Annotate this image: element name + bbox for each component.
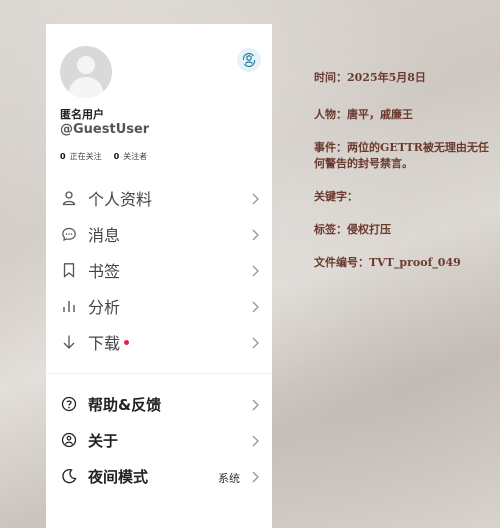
switch-account-icon [242,52,256,68]
moon-icon [60,467,78,485]
menu-item-analytics[interactable]: 分析 [46,288,272,324]
following-stat[interactable]: 0 正在关注 [60,151,102,162]
follow-stats: 0 正在关注 0 关注者 [60,151,147,162]
chevron-right-icon [250,227,260,246]
secondary-menu: 帮助&反馈 关于 夜间模式 系统 [46,386,272,494]
username: @GuestUser [60,122,150,137]
menu-item-label: 书签 [88,262,121,281]
chevron-right-icon [250,397,260,416]
avatar-body [69,77,103,98]
menu-item-help-feedback[interactable]: 帮助&反馈 [46,386,272,422]
followers-count: 0 [113,152,120,161]
info-keywords: 关键字： [314,190,358,203]
followers-label: 关注者 [123,152,148,161]
message-icon [60,225,78,243]
help-icon [60,395,78,413]
avatar-head [77,56,95,74]
bookmark-icon [60,261,78,279]
menu-item-messages[interactable]: 消息 [46,216,272,252]
chevron-right-icon [250,469,260,488]
info-doc-id: 文件编号：TVT_proof_049 [314,256,461,269]
night-mode-value: 系统 [218,472,240,485]
user-icon [60,189,78,207]
switch-account-button[interactable] [237,48,261,72]
menu-item-label: 关于 [88,431,119,450]
primary-menu: 个人资料 消息 书签 分析 下载 [46,180,272,360]
menu-item-downloads[interactable]: 下载 [46,324,272,360]
info-event: 事件：两位的GETTR被无理由无任何警告的封号禁言。 [314,141,489,170]
chevron-right-icon [250,335,260,354]
chevron-right-icon [250,263,260,282]
menu-item-label: 分析 [88,298,121,317]
avatar[interactable] [60,46,112,98]
about-icon [60,431,78,449]
info-time: 时间：2025年5月8日 [314,71,426,84]
chevron-right-icon [250,191,260,210]
info-people: 人物：唐平，戚廉王 [314,108,413,121]
menu-item-profile[interactable]: 个人资料 [46,180,272,216]
notification-dot [124,339,130,345]
menu-item-label: 下载 [88,334,121,353]
info-tags: 标签：侵权打压 [314,223,391,236]
following-label: 正在关注 [69,152,102,161]
following-count: 0 [60,152,66,161]
followers-stat[interactable]: 0 关注者 [114,151,148,162]
menu-item-bookmarks[interactable]: 书签 [46,252,272,288]
menu-item-label: 消息 [88,226,121,245]
download-icon [60,333,78,351]
chevron-right-icon [250,433,260,452]
analytics-icon [60,297,78,315]
chevron-right-icon [250,299,260,318]
display-name: 匿名用户 [60,108,104,121]
menu-item-about[interactable]: 关于 [46,422,272,458]
side-drawer: 匿名用户 @GuestUser 0正在关注 0关注者 个人资料 消息 书签 [46,24,272,528]
menu-divider [46,373,272,374]
menu-item-label: 个人资料 [88,190,153,209]
menu-item-label: 夜间模式 [88,467,149,486]
menu-item-night-mode[interactable]: 夜间模式 系统 [46,458,272,494]
menu-item-label: 帮助&反馈 [88,395,162,414]
